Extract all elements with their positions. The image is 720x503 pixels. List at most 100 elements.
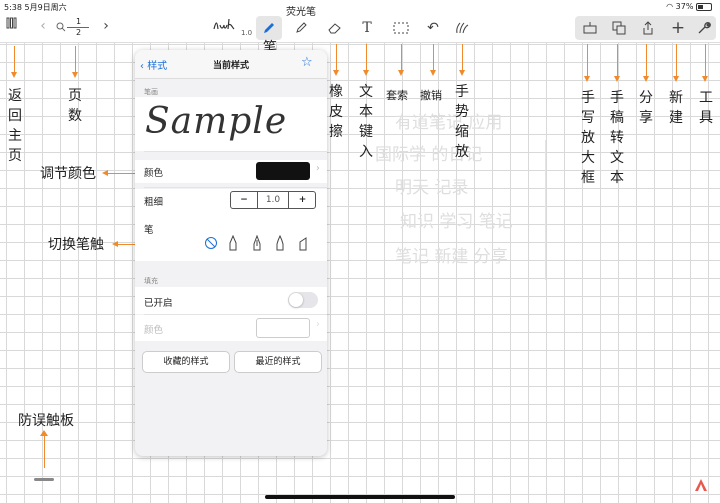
text-icon: T — [362, 20, 372, 36]
separator — [144, 151, 327, 152]
fill-color-swatch[interactable] — [256, 318, 310, 338]
fineliner-nib-icon — [229, 234, 237, 251]
lasso-tool-button[interactable] — [390, 16, 412, 42]
page-total: 2 — [76, 28, 82, 37]
plus-icon: + — [670, 18, 686, 38]
thickness-plus-button[interactable]: + — [288, 192, 316, 208]
undo-icon: ↶ — [427, 20, 439, 36]
canvas-bg-divider — [545, 140, 546, 280]
convert-text-button[interactable] — [608, 16, 630, 43]
zoom-box-icon — [583, 22, 597, 34]
arrow-zoom-box — [584, 44, 590, 82]
hand-gesture-icon — [456, 22, 469, 34]
battery-icon — [696, 2, 712, 11]
app-logo-icon — [695, 479, 707, 491]
arrow-new — [673, 44, 679, 82]
nib-brush-button[interactable] — [275, 234, 285, 254]
thickness-value: 1.0 — [265, 195, 281, 205]
palm-rejection-handle[interactable] — [34, 478, 54, 481]
new-button[interactable]: + — [667, 16, 689, 40]
eraser-tool-button[interactable] — [323, 16, 347, 43]
ink-preview-button[interactable]: 1.0 — [212, 17, 252, 39]
annotation-zoom-box: 手写放大框 — [581, 90, 595, 186]
style-popover: ‹ 样式 当前样式 ☆ 笔画 Sample 颜色 › 粗细 − 1.0 + 笔 — [135, 50, 327, 456]
status-right: ◠ 37% — [666, 2, 712, 11]
zoom-box-button[interactable] — [579, 16, 601, 42]
annotation-new: 新建 — [669, 90, 683, 126]
fill-color-label: 颜色 — [144, 325, 164, 336]
annotation-palm-rejection: 防误触板 — [18, 413, 74, 429]
arrow-palm-rejection-head — [40, 430, 48, 436]
arrow-adjust-color — [102, 170, 136, 176]
highlighter-tool-button[interactable] — [289, 16, 313, 43]
nib-row: 笔 — [135, 211, 327, 261]
pen-callout-label: 荧光笔 — [286, 7, 316, 18]
annotation-lasso: 套索 — [386, 89, 408, 102]
recent-styles-button[interactable]: 最近的样式 — [234, 351, 322, 373]
arrow-pages — [72, 46, 78, 78]
fill-enabled-toggle[interactable] — [288, 292, 318, 308]
next-page-button[interactable]: › — [100, 14, 112, 38]
arrow-lasso — [398, 44, 404, 76]
fountain-nib-icon — [253, 234, 261, 251]
pen-section-title: 笔画 — [144, 88, 158, 96]
highlighter-icon — [296, 22, 307, 33]
canvas-bg-line-3: 明天 记录 — [395, 178, 469, 198]
thickness-row: 粗细 − 1.0 + — [135, 189, 327, 211]
library-button[interactable] — [4, 14, 22, 38]
status-bar: 5:38 5月9日周六 ◠ 37% — [0, 0, 720, 14]
toolbar: ‹ 1 2 › 1.0 T ↶ + — [0, 14, 720, 43]
annotation-home: 返回主页 — [8, 88, 22, 164]
fill-color-row[interactable]: 颜色 › — [135, 315, 327, 341]
favorite-button[interactable]: ☆ — [301, 55, 313, 70]
gesture-zoom-button[interactable] — [451, 16, 473, 43]
arrow-text-input — [363, 44, 369, 76]
thickness-minus-button[interactable]: − — [231, 192, 258, 208]
saved-styles-button[interactable]: 收藏的样式 — [142, 351, 230, 373]
prev-page-button[interactable]: ‹ — [37, 14, 49, 38]
arrow-undo — [430, 44, 436, 76]
annotation-undo: 撤销 — [420, 89, 442, 102]
annotation-switch-nib: 切换笔触 — [48, 237, 104, 253]
text-tool-button[interactable]: T — [357, 16, 377, 40]
undo-button[interactable]: ↶ — [423, 16, 443, 40]
arrow-palm-rejection — [44, 432, 45, 468]
pen-tool-button[interactable] — [256, 16, 282, 40]
search-icon — [56, 22, 66, 32]
annotation-gesture-zoom: 手势缩放 — [455, 84, 469, 160]
nib-label: 笔 — [144, 225, 154, 236]
arrow-eraser — [333, 44, 339, 76]
chevron-right-icon: › — [316, 319, 320, 330]
home-indicator — [265, 495, 455, 499]
page-indicator[interactable]: 1 2 — [56, 17, 96, 39]
popover-title: 当前样式 — [212, 61, 249, 71]
canvas-bg-line-4: 知识 学习 笔记 — [400, 212, 513, 232]
separator — [144, 187, 327, 188]
nib-marker-button[interactable] — [298, 235, 308, 254]
color-row[interactable]: 颜色 › — [135, 160, 327, 183]
nib-fineliner-button[interactable] — [228, 234, 238, 254]
nib-fountain-button[interactable] — [252, 234, 262, 254]
page-current: 1 — [76, 17, 82, 26]
annotation-pages: 页数 — [68, 88, 82, 124]
arrow-tools — [702, 44, 708, 82]
popover-header: ‹ 样式 当前样式 ☆ — [135, 50, 327, 79]
marker-nib-icon — [299, 237, 307, 251]
eraser-icon — [328, 23, 341, 34]
battery-text: 37% — [675, 2, 694, 11]
arrow-share — [643, 44, 649, 82]
thickness-stepper: − 1.0 + — [230, 191, 316, 209]
annotation-tools: 工具 — [699, 90, 713, 126]
nib-none-button[interactable] — [204, 236, 220, 252]
chevron-right-icon: › — [316, 163, 320, 174]
pen-icon — [264, 23, 274, 33]
annotation-eraser: 橡皮擦 — [329, 84, 343, 140]
thickness-label: 粗细 — [144, 197, 164, 208]
color-swatch[interactable] — [256, 162, 310, 180]
brush-nib-icon — [276, 234, 284, 251]
tools-button[interactable] — [693, 16, 715, 43]
lasso-icon — [393, 22, 409, 34]
star-plus-icon: ☆ — [301, 55, 313, 70]
share-button[interactable] — [637, 16, 659, 43]
annotation-adjust-color: 调节颜色 — [40, 166, 96, 182]
